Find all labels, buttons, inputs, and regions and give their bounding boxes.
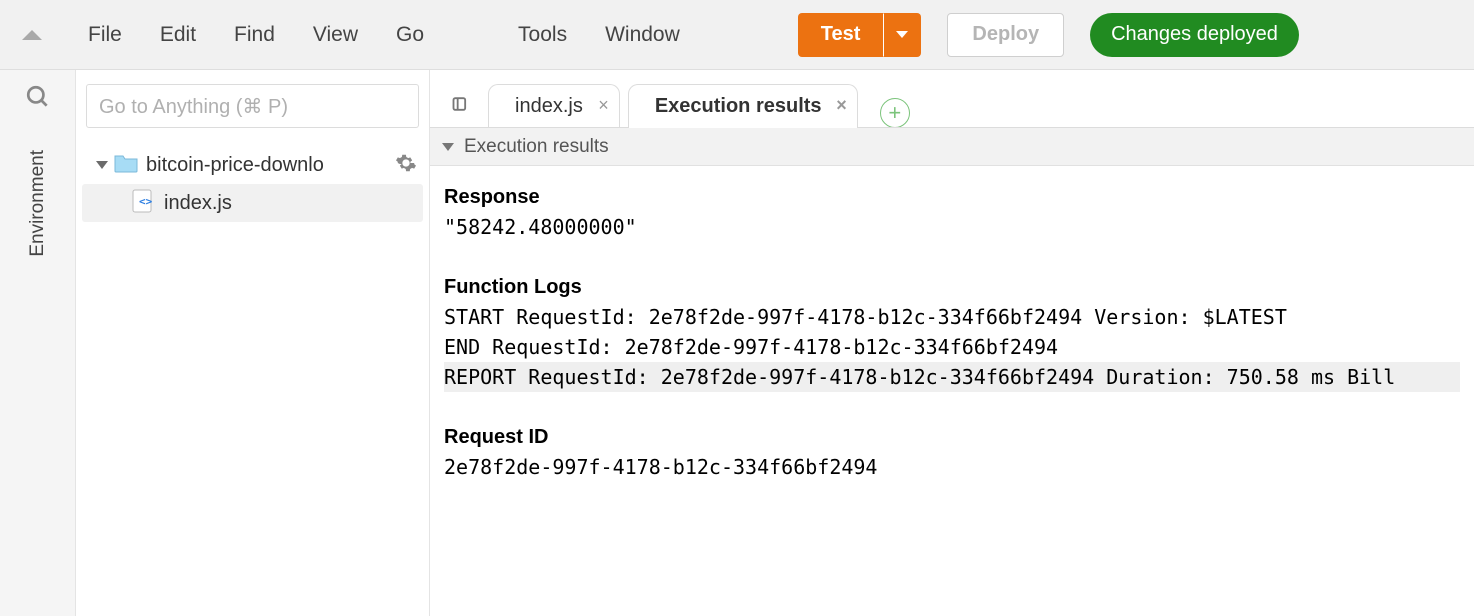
collapse-icon[interactable] — [22, 30, 42, 40]
request-id-title: Request ID — [444, 422, 1460, 452]
menu-tools[interactable]: Tools — [512, 19, 573, 51]
test-button-group: Test — [798, 13, 922, 57]
log-line: START RequestId: 2e78f2de-997f-4178-b12c… — [444, 302, 1460, 332]
svg-text:<>: <> — [139, 195, 153, 208]
file-icon: <> — [132, 189, 154, 217]
request-id-value: 2e78f2de-997f-4178-b12c-334f66bf2494 — [444, 452, 1460, 482]
goto-placeholder: Go to Anything (⌘ P) — [99, 94, 288, 119]
function-logs-title: Function Logs — [444, 272, 1460, 302]
menu-file[interactable]: File — [82, 19, 128, 51]
tree-file-label: index.js — [164, 192, 423, 215]
execution-results-panel: Response "58242.48000000" Function Logs … — [430, 166, 1474, 616]
tree-folder-row[interactable]: bitcoin-price-downlo — [82, 146, 423, 184]
goto-anything-input[interactable]: Go to Anything (⌘ P) — [86, 84, 419, 128]
tree-file-row[interactable]: <> index.js — [82, 184, 423, 222]
test-dropdown-button[interactable] — [883, 13, 921, 57]
tab-scroll-icon[interactable] — [438, 84, 484, 128]
disclosure-icon — [442, 143, 454, 151]
menu-edit[interactable]: Edit — [154, 19, 202, 51]
add-tab-button[interactable]: + — [880, 98, 910, 128]
menu-go[interactable]: Go — [390, 19, 430, 51]
tab-label: index.js — [515, 95, 583, 118]
search-icon[interactable] — [25, 84, 51, 114]
menu-view[interactable]: View — [307, 19, 364, 51]
response-body: "58242.48000000" — [444, 212, 1460, 242]
response-title: Response — [444, 182, 1460, 212]
side-rail: Environment — [0, 70, 76, 616]
close-icon[interactable]: × — [836, 95, 847, 116]
tab-index-js[interactable]: index.js × — [488, 84, 620, 128]
file-tree: bitcoin-price-downlo <> index.js — [76, 142, 429, 222]
deploy-status-badge: Changes deployed — [1090, 13, 1299, 57]
menu-find[interactable]: Find — [228, 19, 281, 51]
tab-bar: index.js × Execution results × + — [430, 70, 1474, 128]
content-area: index.js × Execution results × + Executi… — [430, 70, 1474, 616]
log-line: REPORT RequestId: 2e78f2de-997f-4178-b12… — [444, 362, 1460, 392]
tree-folder-label: bitcoin-price-downlo — [146, 154, 395, 177]
panel-header-label: Execution results — [464, 136, 609, 158]
tab-execution-results[interactable]: Execution results × — [628, 84, 858, 128]
folder-icon — [114, 153, 138, 177]
close-icon[interactable]: × — [598, 95, 609, 116]
side-tab-environment[interactable]: Environment — [27, 134, 49, 273]
deploy-button[interactable]: Deploy — [947, 13, 1064, 57]
menu-window[interactable]: Window — [599, 19, 686, 51]
tab-label: Execution results — [655, 95, 821, 118]
chevron-down-icon — [896, 31, 908, 38]
log-line: END RequestId: 2e78f2de-997f-4178-b12c-3… — [444, 332, 1460, 362]
toolbar: File Edit Find View Go Tools Window Test… — [0, 0, 1474, 70]
disclosure-icon — [96, 161, 108, 169]
file-explorer: Go to Anything (⌘ P) bitcoin-price-downl… — [76, 70, 430, 616]
test-button[interactable]: Test — [798, 13, 884, 57]
panel-header[interactable]: Execution results — [430, 128, 1474, 166]
gear-icon[interactable] — [395, 152, 417, 178]
